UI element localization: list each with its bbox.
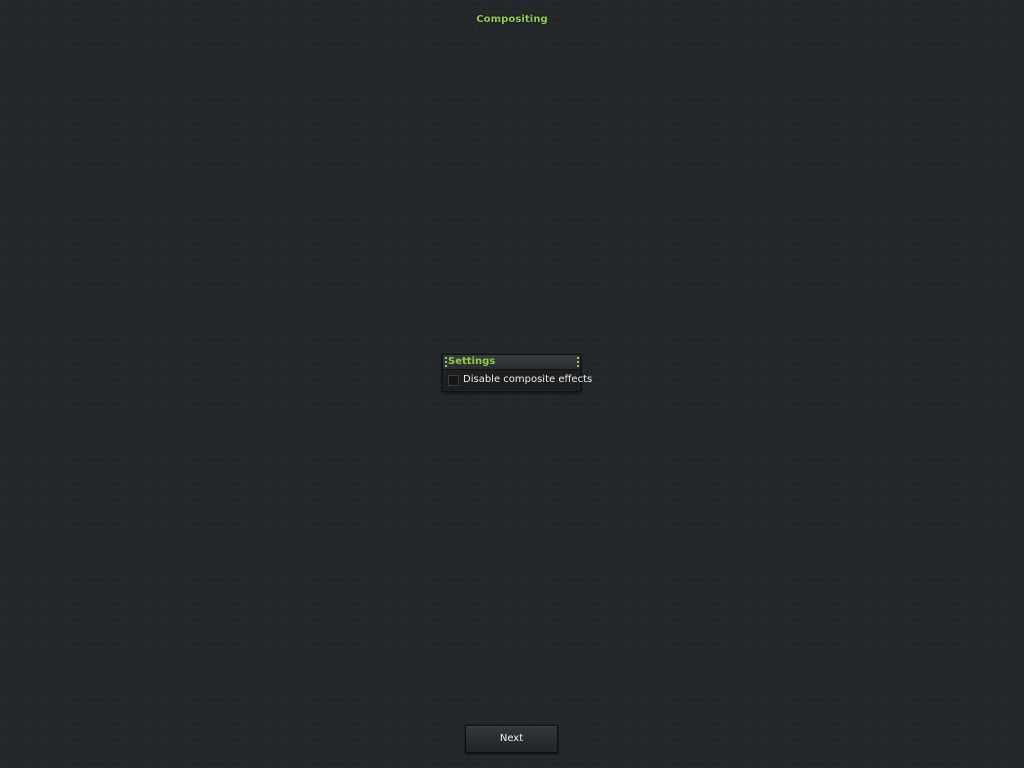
- settings-frame-body: Disable composite effects: [443, 370, 592, 392]
- settings-frame: Settings Disable composite effects: [442, 354, 592, 392]
- page-title: Compositing: [476, 14, 548, 25]
- disable-composite-label[interactable]: Disable composite effects: [463, 374, 592, 385]
- settings-frame-header: Settings: [443, 355, 580, 370]
- disable-composite-checkbox[interactable]: [448, 375, 459, 386]
- wizard-screen: Compositing Settings Disable composite e…: [0, 0, 1024, 768]
- next-button[interactable]: Next: [465, 725, 558, 753]
- settings-frame-title: Settings: [448, 356, 496, 367]
- grip-right-icon: [576, 357, 579, 367]
- grip-left-icon: [444, 357, 447, 367]
